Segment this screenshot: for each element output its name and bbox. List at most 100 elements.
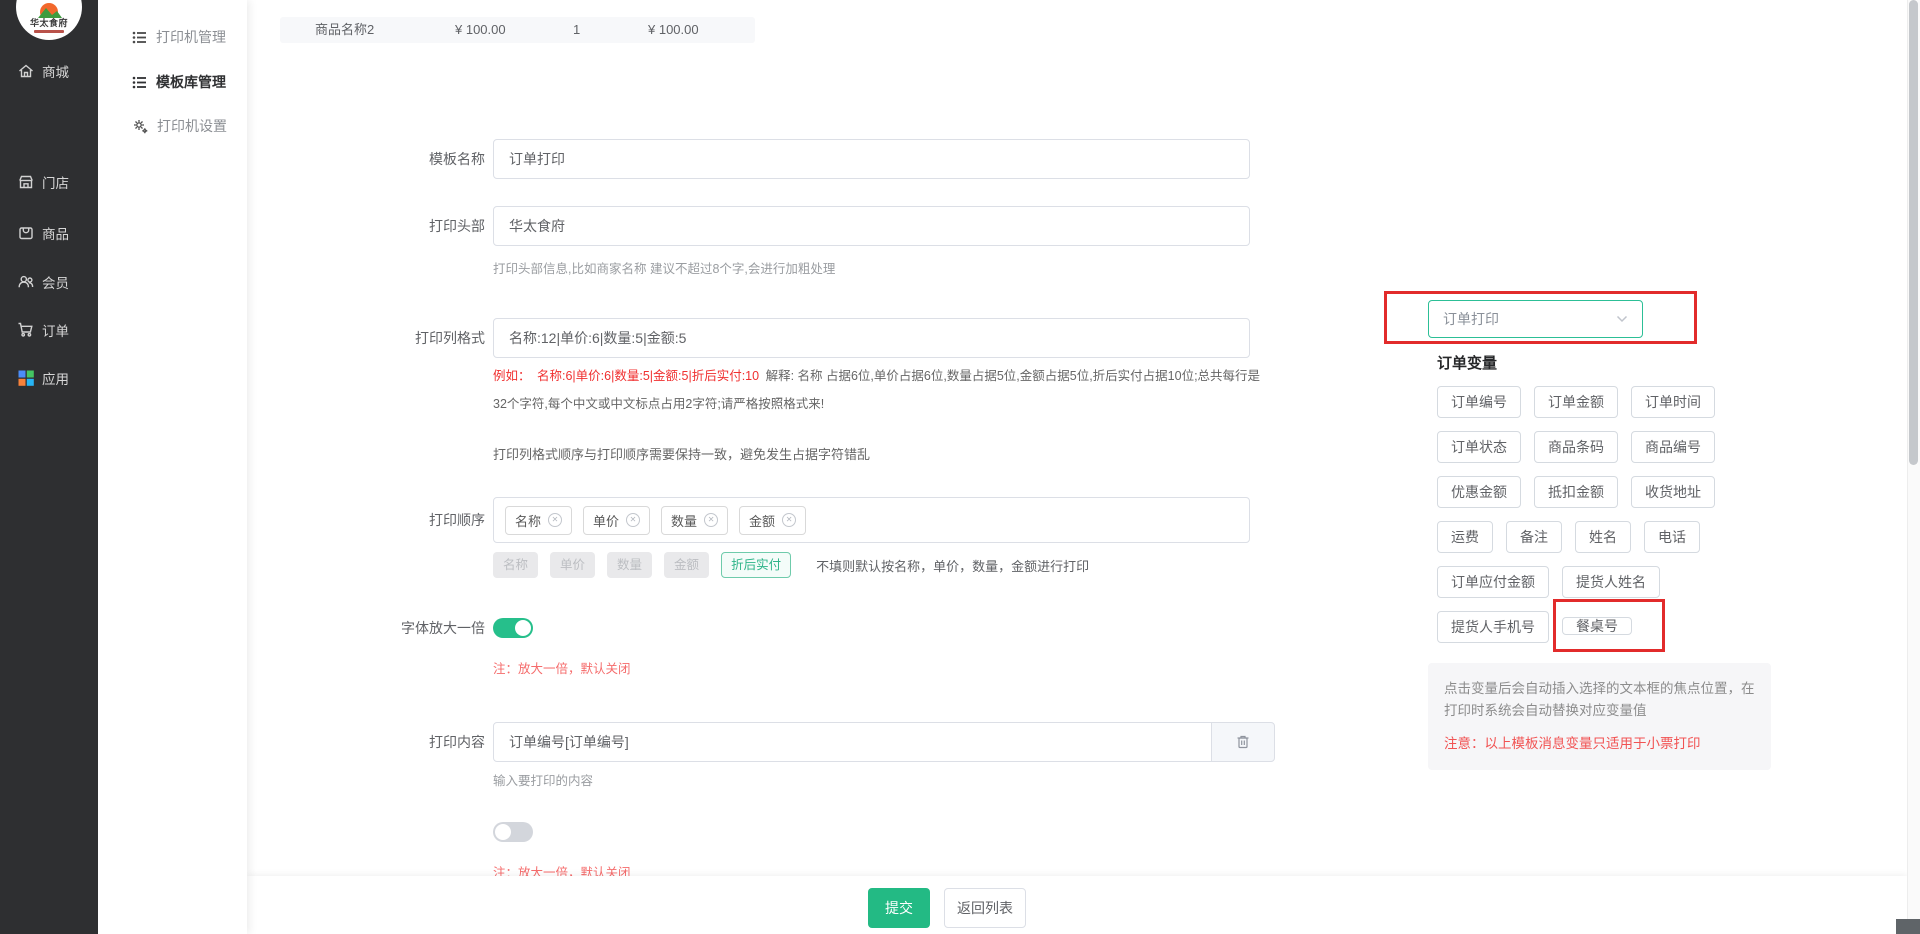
order-tag-label: 金额	[749, 511, 775, 530]
template-name-label: 模板名称	[285, 139, 485, 179]
variables-note-text: 点击变量后会自动插入选择的文本框的焦点位置，在打印时系统会自动替换对应变量值	[1444, 678, 1755, 722]
column-format-order-tip: 打印列格式顺序与打印顺序需要保持一致，避免发生占据字符错乱	[493, 444, 870, 463]
back-to-list-button[interactable]: 返回列表	[944, 888, 1026, 928]
column-format-label: 打印列格式	[285, 318, 485, 358]
variables-note-box: 点击变量后会自动插入选择的文本框的焦点位置，在打印时系统会自动替换对应变量值 注…	[1428, 663, 1771, 770]
table-row: 商品名称2 ¥ 100.00 1 ¥ 100.00	[280, 17, 755, 43]
sidebar-item-apps[interactable]: 应用	[0, 360, 98, 396]
sidebar-item-members[interactable]: 会员	[0, 264, 98, 300]
order-tag[interactable]: 金额 ✕	[739, 506, 806, 535]
print-header-input[interactable]	[493, 206, 1250, 246]
variable-button[interactable]: 姓名	[1575, 521, 1631, 553]
sidebar-item-store[interactable]: 门店	[0, 164, 98, 200]
sidebar-item-label: 应用	[42, 368, 69, 388]
variable-button[interactable]: 优惠金额	[1437, 476, 1521, 508]
members-icon	[17, 273, 35, 291]
scrollbar-thumb[interactable]	[1909, 0, 1918, 465]
logo-sun-mountain-icon	[34, 2, 64, 18]
variable-button[interactable]: 商品条码	[1534, 431, 1618, 463]
variable-button[interactable]: 电话	[1644, 521, 1700, 553]
template-name-input[interactable]	[493, 139, 1250, 179]
print-order-label: 打印顺序	[285, 500, 485, 540]
toggle-knob	[515, 620, 531, 636]
font-zoom-toggle[interactable]	[493, 618, 533, 638]
tag-remove-icon[interactable]: ✕	[704, 513, 718, 527]
submenu-item-label: 打印机管理	[156, 27, 226, 47]
column-format-example: 例如： 名称:6|单价:6|数量:5|金额:5|折后实付:10 解释: 名称 占…	[493, 362, 1265, 418]
list-icon	[132, 30, 147, 45]
table-cell-amount: ¥ 100.00	[648, 17, 699, 43]
sidebar-item-label: 门店	[42, 172, 69, 192]
cart-icon	[17, 321, 35, 339]
tag-remove-icon[interactable]: ✕	[548, 513, 562, 527]
template-type-select[interactable]: 订单打印	[1428, 300, 1643, 338]
print-content-help: 输入要打印的内容	[493, 770, 593, 789]
variable-button[interactable]: 收货地址	[1631, 476, 1715, 508]
toggle-knob	[495, 824, 511, 840]
column-format-input[interactable]	[493, 318, 1250, 358]
delete-content-button[interactable]	[1211, 722, 1275, 762]
variable-button[interactable]: 订单编号	[1437, 386, 1521, 418]
store-icon	[17, 173, 35, 191]
sidebar-item-goods[interactable]: 商品	[0, 215, 98, 251]
variable-button[interactable]: 订单时间	[1631, 386, 1715, 418]
apps-icon	[17, 369, 35, 387]
order-option-button[interactable]: 单价	[550, 552, 595, 578]
order-option-discount-button[interactable]: 折后实付	[721, 552, 791, 578]
print-header-help: 打印头部信息,比如商家名称 建议不超过8个字,会进行加粗处理	[493, 258, 835, 277]
submenu-item-label: 打印机设置	[157, 116, 227, 136]
scrollbar-track[interactable]	[1907, 0, 1920, 934]
goods-icon	[17, 224, 35, 242]
order-variables-list: 订单编号 订单金额 订单时间 订单状态 商品条码 商品编号 优惠金额 抵扣金额 …	[1437, 386, 1729, 643]
sidebar-item-mall[interactable]: 商城	[0, 53, 98, 89]
print-order-help: 不填则默认按名称，单价，数量，金额进行打印	[816, 556, 1089, 575]
variable-button[interactable]: 运费	[1437, 521, 1493, 553]
variable-button[interactable]: 提货人姓名	[1562, 566, 1660, 598]
scrollbar-corner	[1896, 919, 1920, 934]
sidebar-item-label: 商品	[42, 223, 69, 243]
order-option-button[interactable]: 金额	[664, 552, 709, 578]
order-option-button[interactable]: 数量	[607, 552, 652, 578]
variable-button[interactable]: 抵扣金额	[1534, 476, 1618, 508]
brand-logo[interactable]: 华太食府	[16, 0, 82, 40]
list-icon	[132, 75, 147, 90]
variable-button[interactable]: 订单应付金额	[1437, 566, 1549, 598]
example-format-highlight: 名称:6|单价:6|数量:5|金额:5|折后实付:10	[537, 369, 759, 383]
tag-remove-icon[interactable]: ✕	[626, 513, 640, 527]
print-content-input[interactable]	[493, 722, 1212, 762]
order-tag-label: 名称	[515, 511, 541, 530]
variable-button[interactable]: 提货人手机号	[1437, 611, 1549, 643]
tag-remove-icon[interactable]: ✕	[782, 513, 796, 527]
home-icon	[17, 62, 35, 80]
trash-icon	[1235, 734, 1251, 750]
variable-button-table-number[interactable]: 餐桌号	[1562, 617, 1632, 635]
order-variables-title: 订单变量	[1437, 352, 1497, 373]
submenu-item-template-library[interactable]: 模板库管理	[98, 60, 247, 104]
print-content-label: 打印内容	[285, 722, 485, 762]
variable-button[interactable]: 订单状态	[1437, 431, 1521, 463]
gear-icon	[132, 118, 148, 134]
example-prefix: 例如：	[493, 369, 531, 383]
order-tag[interactable]: 名称 ✕	[505, 506, 572, 535]
submenu-item-label: 模板库管理	[156, 72, 226, 92]
order-option-button[interactable]: 名称	[493, 552, 538, 578]
submit-button[interactable]: 提交	[868, 888, 930, 928]
order-tag[interactable]: 单价 ✕	[583, 506, 650, 535]
print-order-tags-box[interactable]: 名称 ✕ 单价 ✕ 数量 ✕ 金额 ✕	[493, 497, 1250, 543]
order-tag[interactable]: 数量 ✕	[661, 506, 728, 535]
variable-button[interactable]: 订单金额	[1534, 386, 1618, 418]
form-footer	[247, 876, 1907, 934]
extra-toggle[interactable]	[493, 822, 533, 842]
variable-button[interactable]: 备注	[1506, 521, 1562, 553]
template-edit-page: 华太食府 商城 门店 商品 会员	[0, 0, 1920, 934]
logo-subtext	[34, 30, 64, 33]
template-type-value: 订单打印	[1443, 309, 1616, 329]
variables-note-warning: 注意：以上模板消息变量只适用于小票打印	[1444, 734, 1755, 754]
variable-button[interactable]: 商品编号	[1631, 431, 1715, 463]
sidebar-item-label: 订单	[42, 320, 69, 340]
submenu-item-printer-management[interactable]: 打印机管理	[98, 15, 247, 59]
submenu-item-printer-settings[interactable]: 打印机设置	[98, 104, 247, 148]
font-zoom-label: 字体放大一倍	[285, 608, 485, 648]
sidebar-item-orders[interactable]: 订单	[0, 312, 98, 348]
chevron-down-icon	[1616, 315, 1628, 323]
